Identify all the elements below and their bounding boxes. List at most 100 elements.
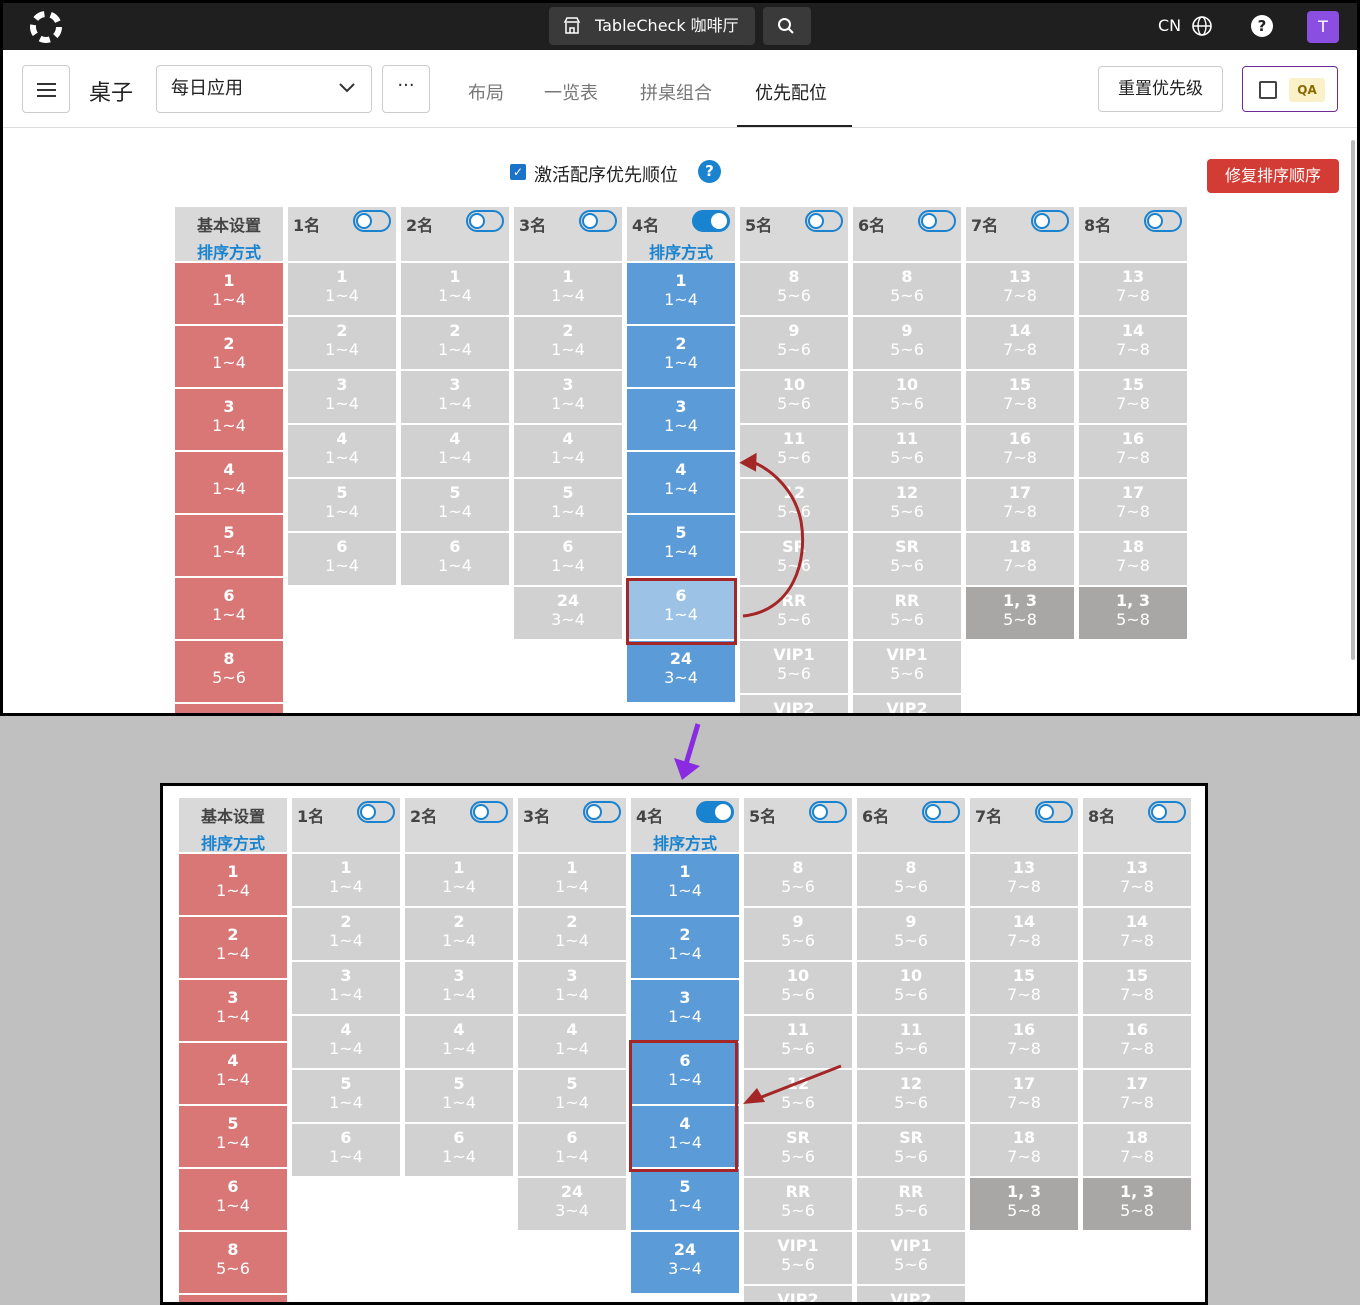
table-cell[interactable]: 5 1~4 xyxy=(518,1068,626,1122)
tab-combinations[interactable]: 拼桌组合 xyxy=(640,79,712,105)
table-cell[interactable]: 1 1~4 xyxy=(401,261,509,315)
table-cell[interactable]: 8 5~6 xyxy=(179,1230,287,1293)
table-cell[interactable]: 6 1~4 xyxy=(175,576,283,639)
column-toggle[interactable] xyxy=(357,801,395,823)
table-cell[interactable]: RR 5~6 xyxy=(744,1176,852,1230)
table-cell[interactable]: 5 1~4 xyxy=(401,477,509,531)
table-cell[interactable]: 1, 3 5~8 xyxy=(1079,585,1187,639)
table-cell[interactable]: 1, 3 5~8 xyxy=(966,585,1074,639)
table-cell[interactable]: 4 1~4 xyxy=(401,423,509,477)
store-selector[interactable]: TableCheck 咖啡厅 xyxy=(549,7,755,45)
help-icon[interactable]: ? xyxy=(1251,15,1273,37)
table-cell[interactable]: 3 1~4 xyxy=(179,978,287,1041)
fix-sort-order-button[interactable]: 修复排序顺序 xyxy=(1207,159,1339,193)
table-cell[interactable]: VIP1 5~6 xyxy=(857,1230,965,1284)
table-cell[interactable]: 3 1~4 xyxy=(175,387,283,450)
column-toggle[interactable] xyxy=(579,210,617,232)
table-cell[interactable]: 3 1~4 xyxy=(627,387,735,450)
table-cell[interactable]: VIP2 xyxy=(853,693,961,713)
table-cell[interactable]: 4 1~4 xyxy=(518,1014,626,1068)
table-cell[interactable]: 8 5~6 xyxy=(175,639,283,702)
table-cell[interactable]: 17 7~8 xyxy=(1079,477,1187,531)
table-cell[interactable]: 8 5~6 xyxy=(853,261,961,315)
column-toggle[interactable] xyxy=(809,801,847,823)
table-cell[interactable]: 13 7~8 xyxy=(966,261,1074,315)
table-cell[interactable]: 4 1~4 xyxy=(292,1014,400,1068)
table-cell[interactable]: 16 7~8 xyxy=(1083,1014,1191,1068)
table-cell[interactable]: 3 1~4 xyxy=(401,369,509,423)
column-toggle[interactable] xyxy=(922,801,960,823)
table-cell[interactable]: 2 1~4 xyxy=(631,915,739,978)
table-cell[interactable]: 4 1~4 xyxy=(175,450,283,513)
table-cell[interactable]: 1 1~4 xyxy=(175,261,283,324)
table-cell[interactable]: 9 5~6 xyxy=(857,906,965,960)
column-toggle[interactable] xyxy=(353,210,391,232)
table-cell[interactable]: 9 5~6 xyxy=(744,906,852,960)
table-cell[interactable]: 10 5~6 xyxy=(740,369,848,423)
table-cell[interactable]: 17 7~8 xyxy=(1083,1068,1191,1122)
table-cell[interactable]: 8 5~6 xyxy=(857,852,965,906)
table-cell[interactable]: VIP1 5~6 xyxy=(740,639,848,693)
table-cell[interactable]: 15 7~8 xyxy=(966,369,1074,423)
table-cell[interactable]: 3 1~4 xyxy=(631,978,739,1041)
table-cell[interactable]: 3 1~4 xyxy=(292,960,400,1014)
table-cell[interactable]: 5 1~4 xyxy=(179,1104,287,1167)
table-cell[interactable]: 10 5~6 xyxy=(744,960,852,1014)
table-cell[interactable]: SR 5~6 xyxy=(853,531,961,585)
table-cell[interactable] xyxy=(179,1293,287,1302)
table-cell[interactable] xyxy=(175,702,283,713)
table-cell[interactable]: VIP2 xyxy=(740,693,848,713)
column-toggle[interactable] xyxy=(696,801,734,823)
table-cell[interactable]: RR 5~6 xyxy=(857,1176,965,1230)
table-cell[interactable]: 5 1~4 xyxy=(627,513,735,576)
table-cell[interactable]: 1 1~4 xyxy=(179,852,287,915)
table-cell[interactable]: 18 7~8 xyxy=(970,1122,1078,1176)
help-question-icon[interactable]: ? xyxy=(698,160,721,183)
table-cell[interactable]: 4 1~4 xyxy=(288,423,396,477)
table-cell[interactable]: 2 1~4 xyxy=(514,315,622,369)
table-cell[interactable]: 11 5~6 xyxy=(857,1014,965,1068)
table-cell[interactable]: 3 1~4 xyxy=(518,960,626,1014)
table-cell[interactable]: 13 7~8 xyxy=(970,852,1078,906)
tab-priority[interactable]: 优先配位 xyxy=(755,79,827,105)
table-cell[interactable]: 4 1~4 xyxy=(405,1014,513,1068)
table-cell[interactable]: RR 5~6 xyxy=(853,585,961,639)
table-cell[interactable]: 1 1~4 xyxy=(631,852,739,915)
table-cell[interactable]: 1 1~4 xyxy=(514,261,622,315)
table-cell[interactable]: 6 1~4 xyxy=(401,531,509,585)
table-cell[interactable]: SR 5~6 xyxy=(857,1122,965,1176)
table-cell[interactable]: 1 1~4 xyxy=(627,261,735,324)
table-cell[interactable]: 6 1~4 xyxy=(288,531,396,585)
table-cell[interactable]: 16 7~8 xyxy=(970,1014,1078,1068)
table-cell[interactable]: 6 1~4 xyxy=(518,1122,626,1176)
table-cell[interactable]: 3 1~4 xyxy=(288,369,396,423)
table-cell[interactable]: 18 7~8 xyxy=(966,531,1074,585)
column-toggle[interactable] xyxy=(1035,801,1073,823)
table-cell[interactable]: 24 3~4 xyxy=(514,585,622,639)
table-cell[interactable]: 8 5~6 xyxy=(740,261,848,315)
table-cell[interactable]: 16 7~8 xyxy=(966,423,1074,477)
table-cell[interactable]: 11 5~6 xyxy=(853,423,961,477)
column-toggle[interactable] xyxy=(1031,210,1069,232)
column-toggle[interactable] xyxy=(1144,210,1182,232)
table-cell[interactable]: 1 1~4 xyxy=(518,852,626,906)
table-cell[interactable]: 3 1~4 xyxy=(514,369,622,423)
column-toggle[interactable] xyxy=(1148,801,1186,823)
table-cell[interactable]: VIP1 5~6 xyxy=(744,1230,852,1284)
sort-method-link[interactable]: 排序方式 xyxy=(631,830,739,854)
tab-list[interactable]: 一览表 xyxy=(544,79,598,105)
table-cell[interactable]: 5 1~4 xyxy=(514,477,622,531)
table-cell[interactable]: 2 1~4 xyxy=(288,315,396,369)
column-toggle[interactable] xyxy=(692,210,730,232)
table-cell[interactable]: 13 7~8 xyxy=(1079,261,1187,315)
language-label[interactable]: CN xyxy=(1158,16,1181,35)
table-cell[interactable]: 14 7~8 xyxy=(1083,906,1191,960)
tab-layout[interactable]: 布局 xyxy=(468,79,504,105)
column-toggle[interactable] xyxy=(583,801,621,823)
table-cell[interactable]: 5 1~4 xyxy=(631,1167,739,1230)
menu-button[interactable] xyxy=(22,65,70,113)
table-cell[interactable]: 14 7~8 xyxy=(966,315,1074,369)
table-cell[interactable]: 18 7~8 xyxy=(1083,1122,1191,1176)
table-cell[interactable]: 5 1~4 xyxy=(175,513,283,576)
column-toggle[interactable] xyxy=(470,801,508,823)
